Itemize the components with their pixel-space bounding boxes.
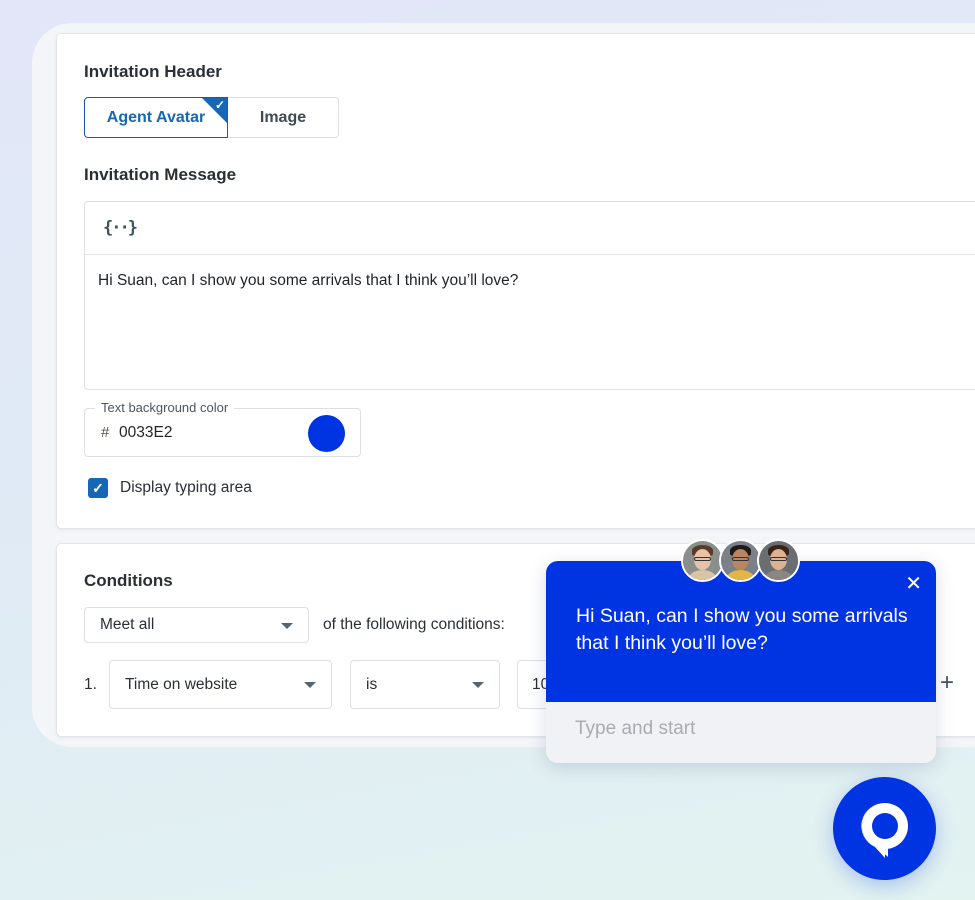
- chevron-down-icon: [304, 682, 316, 688]
- display-typing-area-row: ✓ Display typing area: [88, 478, 252, 498]
- chat-launcher-button[interactable]: [833, 777, 936, 880]
- hash-prefix: #: [101, 424, 110, 441]
- close-icon[interactable]: ✕: [905, 571, 922, 596]
- text-background-color-label: Text background color: [95, 400, 235, 415]
- color-hex-input[interactable]: 0033E2: [119, 424, 172, 442]
- chat-invitation-header: ✕ Hi Suan, can I show you some arrivals …: [546, 561, 936, 702]
- invitation-message-input[interactable]: Hi Suan, can I show you some arrivals th…: [85, 255, 975, 307]
- chat-typing-input[interactable]: Type and start: [546, 702, 936, 763]
- condition-field-select[interactable]: Time on website: [109, 660, 332, 709]
- display-typing-area-checkbox[interactable]: ✓: [88, 478, 108, 498]
- invitation-card: Invitation Header Agent Avatar ✓ Image I…: [56, 33, 975, 529]
- condition-index: 1.: [84, 676, 97, 693]
- condition-operator-value: is: [366, 675, 378, 693]
- image-label: Image: [259, 108, 307, 126]
- avatar: [681, 539, 724, 582]
- display-typing-area-label: Display typing area: [120, 479, 252, 496]
- match-type-value: Meet all: [100, 616, 155, 633]
- invitation-message-editor: {··} Hi Suan, can I show you some arriva…: [84, 201, 975, 390]
- match-suffix-text: of the following conditions:: [323, 616, 505, 633]
- invitation-header-title: Invitation Header: [84, 62, 222, 81]
- editor-toolbar: {··}: [85, 202, 975, 255]
- chat-invitation-preview: ✕ Hi Suan, can I show you some arrivals …: [546, 561, 936, 763]
- chevron-down-icon: [281, 623, 293, 629]
- color-swatch[interactable]: [308, 415, 345, 452]
- invitation-message-title: Invitation Message: [84, 165, 237, 184]
- condition-field-value: Time on website: [125, 675, 238, 693]
- match-type-select[interactable]: Meet all: [84, 607, 309, 643]
- chat-bubble-icon: [860, 802, 908, 858]
- agent-avatars: [681, 539, 800, 582]
- image-option[interactable]: Image: [228, 97, 339, 138]
- add-condition-icon[interactable]: +: [940, 669, 954, 697]
- checkmark-icon: ✓: [214, 98, 225, 112]
- agent-avatar-option[interactable]: Agent Avatar ✓: [84, 97, 228, 138]
- avatar: [719, 539, 762, 582]
- agent-avatar-label: Agent Avatar: [106, 108, 206, 126]
- chevron-down-icon: [472, 682, 484, 688]
- conditions-title: Conditions: [84, 571, 173, 590]
- variable-braces-icon[interactable]: {··}: [103, 218, 138, 238]
- text-background-color-field[interactable]: Text background color # 0033E2: [84, 400, 361, 457]
- condition-operator-select[interactable]: is: [350, 660, 500, 709]
- chat-invitation-message: Hi Suan, can I show you some arrivals th…: [576, 605, 908, 654]
- avatar: [757, 539, 800, 582]
- invitation-header-toggle: Agent Avatar ✓ Image: [84, 97, 339, 138]
